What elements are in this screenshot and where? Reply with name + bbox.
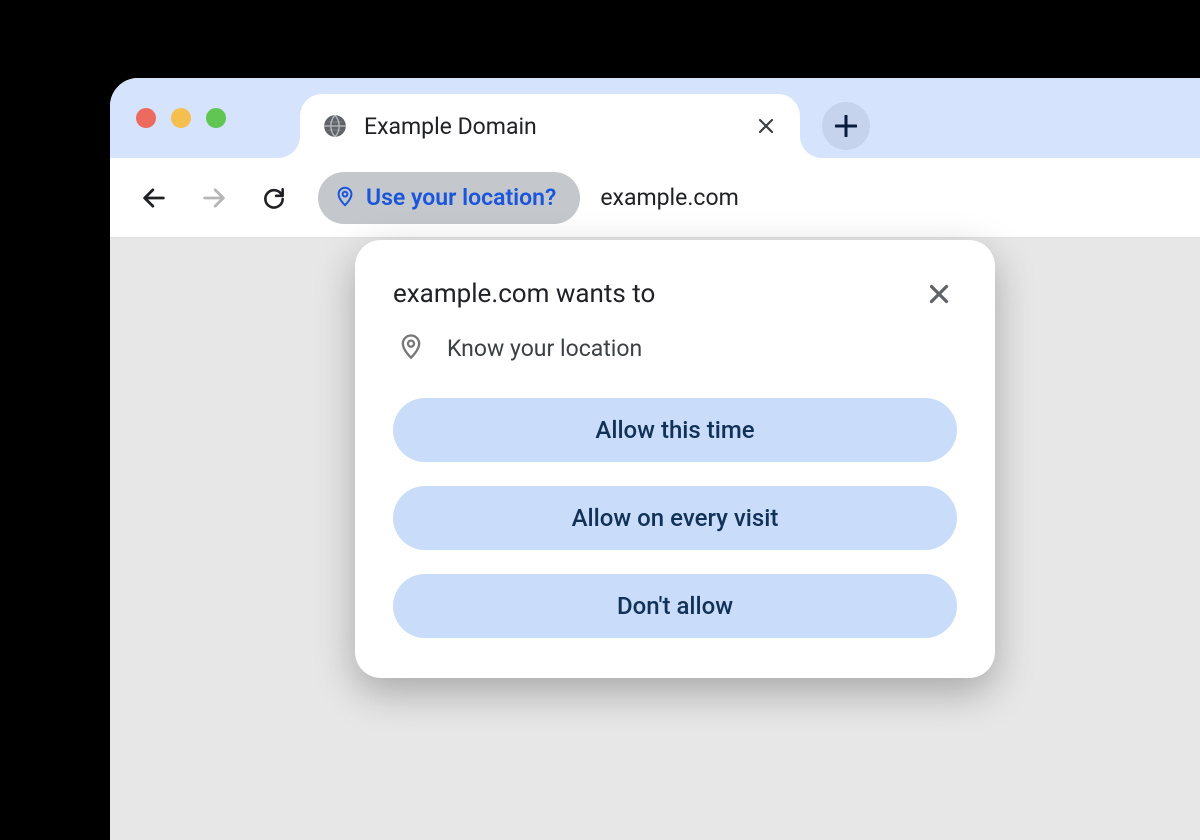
permission-chip[interactable]: Use your location?	[318, 172, 580, 224]
forward-button[interactable]	[198, 182, 230, 214]
window-close-button[interactable]	[136, 108, 156, 128]
location-pin-icon	[397, 332, 425, 364]
toolbar: Use your location? example.com	[110, 158, 1200, 238]
dont-allow-button[interactable]: Don't allow	[393, 574, 957, 638]
tab-strip: Example Domain	[110, 78, 1200, 158]
address-bar[interactable]: Use your location? example.com	[318, 172, 1180, 224]
permission-chip-label: Use your location?	[366, 184, 556, 211]
tab-close-button[interactable]	[752, 112, 780, 140]
permission-dialog: example.com wants to Know your location …	[355, 240, 995, 678]
permission-description: Know your location	[447, 335, 642, 362]
back-button[interactable]	[138, 182, 170, 214]
tab-title: Example Domain	[364, 113, 752, 140]
new-tab-button[interactable]	[822, 102, 870, 150]
window-maximize-button[interactable]	[206, 108, 226, 128]
permission-dialog-title: example.com wants to	[393, 279, 655, 309]
browser-window: Example Domain Use your location?	[110, 78, 1200, 840]
active-tab[interactable]: Example Domain	[300, 94, 800, 158]
window-controls	[136, 108, 226, 128]
location-pin-icon	[334, 185, 356, 211]
globe-icon	[322, 113, 348, 139]
url-text: example.com	[600, 184, 738, 211]
allow-this-time-button[interactable]: Allow this time	[393, 398, 957, 462]
allow-every-visit-button[interactable]: Allow on every visit	[393, 486, 957, 550]
permission-dialog-close-button[interactable]	[921, 276, 957, 312]
window-minimize-button[interactable]	[171, 108, 191, 128]
reload-button[interactable]	[258, 182, 290, 214]
